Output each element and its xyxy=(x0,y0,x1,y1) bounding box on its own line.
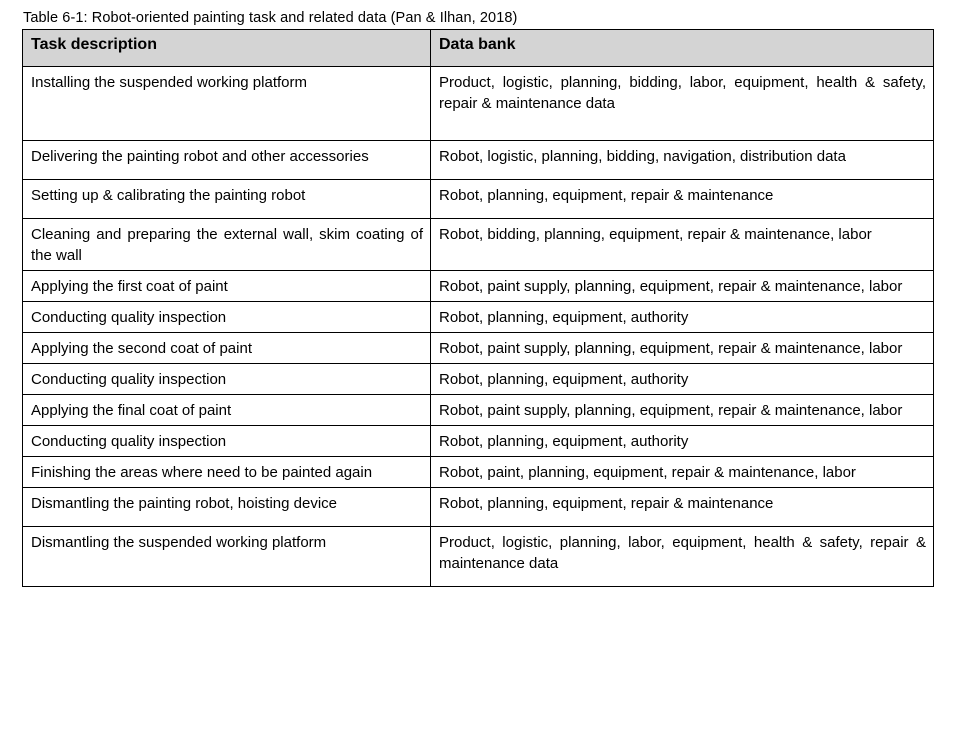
cell-task-description: Setting up & calibrating the painting ro… xyxy=(22,179,431,219)
cell-task-description: Conducting quality inspection xyxy=(22,301,431,333)
cell-data-bank: Robot, logistic, planning, bidding, navi… xyxy=(430,140,934,180)
table-row: Conducting quality inspection Robot, plan… xyxy=(22,301,934,333)
cell-data-bank: Robot, paint, planning, equipment, repai… xyxy=(430,456,934,488)
table-row: Dismantling the painting robot, hoisting… xyxy=(22,487,934,527)
cell-data-bank: Robot, planning, equipment, repair & mai… xyxy=(430,487,934,527)
cell-data-bank: Robot, planning, equipment, repair & mai… xyxy=(430,179,934,219)
table-row: Finishing the areas where need to be pai… xyxy=(22,456,934,488)
table-header: Task description Data bank xyxy=(22,29,934,67)
table-container: Task description Data bank Installing th… xyxy=(22,29,934,587)
cell-task-description: Dismantling the painting robot, hoisting… xyxy=(22,487,431,527)
cell-data-bank: Robot, paint supply, planning, equipment… xyxy=(430,332,934,364)
table-row: Applying the second coat of paint Robot, … xyxy=(22,332,934,364)
table-row: Cleaning and preparing the external wall… xyxy=(22,218,934,271)
robot-painting-task-table: Task description Data bank Installing th… xyxy=(22,29,934,587)
cell-task-description: Dismantling the suspended working platfo… xyxy=(22,526,431,587)
cell-data-bank: Robot, planning, equipment, authority xyxy=(430,363,934,395)
table-row: Installing the suspended working platfor… xyxy=(22,66,934,141)
cell-data-bank: Robot, bidding, planning, equipment, rep… xyxy=(430,218,934,271)
cell-task-description: Delivering the painting robot and other … xyxy=(22,140,431,180)
cell-task-description: Cleaning and preparing the external wall… xyxy=(22,218,431,271)
table-row: Dismantling the suspended working platfo… xyxy=(22,526,934,587)
cell-task-description: Applying the second coat of paint xyxy=(22,332,431,364)
table-body: Installing the suspended working platfor… xyxy=(22,66,934,587)
cell-task-description: Finishing the areas where need to be pai… xyxy=(22,456,431,488)
table-row: Applying the first coat of paint Robot, p… xyxy=(22,270,934,302)
cell-data-bank: Product, logistic, planning, bidding, la… xyxy=(430,66,934,141)
cell-data-bank: Robot, planning, equipment, authority xyxy=(430,425,934,457)
table-row: Applying the final coat of paint Robot, p… xyxy=(22,394,934,426)
table-row: Conducting quality inspection Robot, plan… xyxy=(22,425,934,457)
cell-task-description: Applying the final coat of paint xyxy=(22,394,431,426)
cell-data-bank: Robot, paint supply, planning, equipment… xyxy=(430,270,934,302)
cell-task-description: Conducting quality inspection xyxy=(22,363,431,395)
cell-data-bank: Robot, planning, equipment, authority xyxy=(430,301,934,333)
document-page: Table 6-1: Robot-oriented painting task … xyxy=(0,0,955,730)
table-row: Delivering the painting robot and other … xyxy=(22,140,934,180)
cell-task-description: Applying the first coat of paint xyxy=(22,270,431,302)
cell-data-bank: Robot, paint supply, planning, equipment… xyxy=(430,394,934,426)
table-row: Conducting quality inspection Robot, plan… xyxy=(22,363,934,395)
cell-task-description: Conducting quality inspection xyxy=(22,425,431,457)
cell-task-description: Installing the suspended working platfor… xyxy=(22,66,431,141)
column-header-task-description: Task description xyxy=(22,29,431,67)
cell-data-bank: Product, logistic, planning, labor, equi… xyxy=(430,526,934,587)
column-header-data-bank: Data bank xyxy=(430,29,934,67)
table-caption: Table 6-1: Robot-oriented painting task … xyxy=(23,10,518,26)
table-header-row: Task description Data bank xyxy=(22,29,934,67)
table-row: Setting up & calibrating the painting ro… xyxy=(22,179,934,219)
